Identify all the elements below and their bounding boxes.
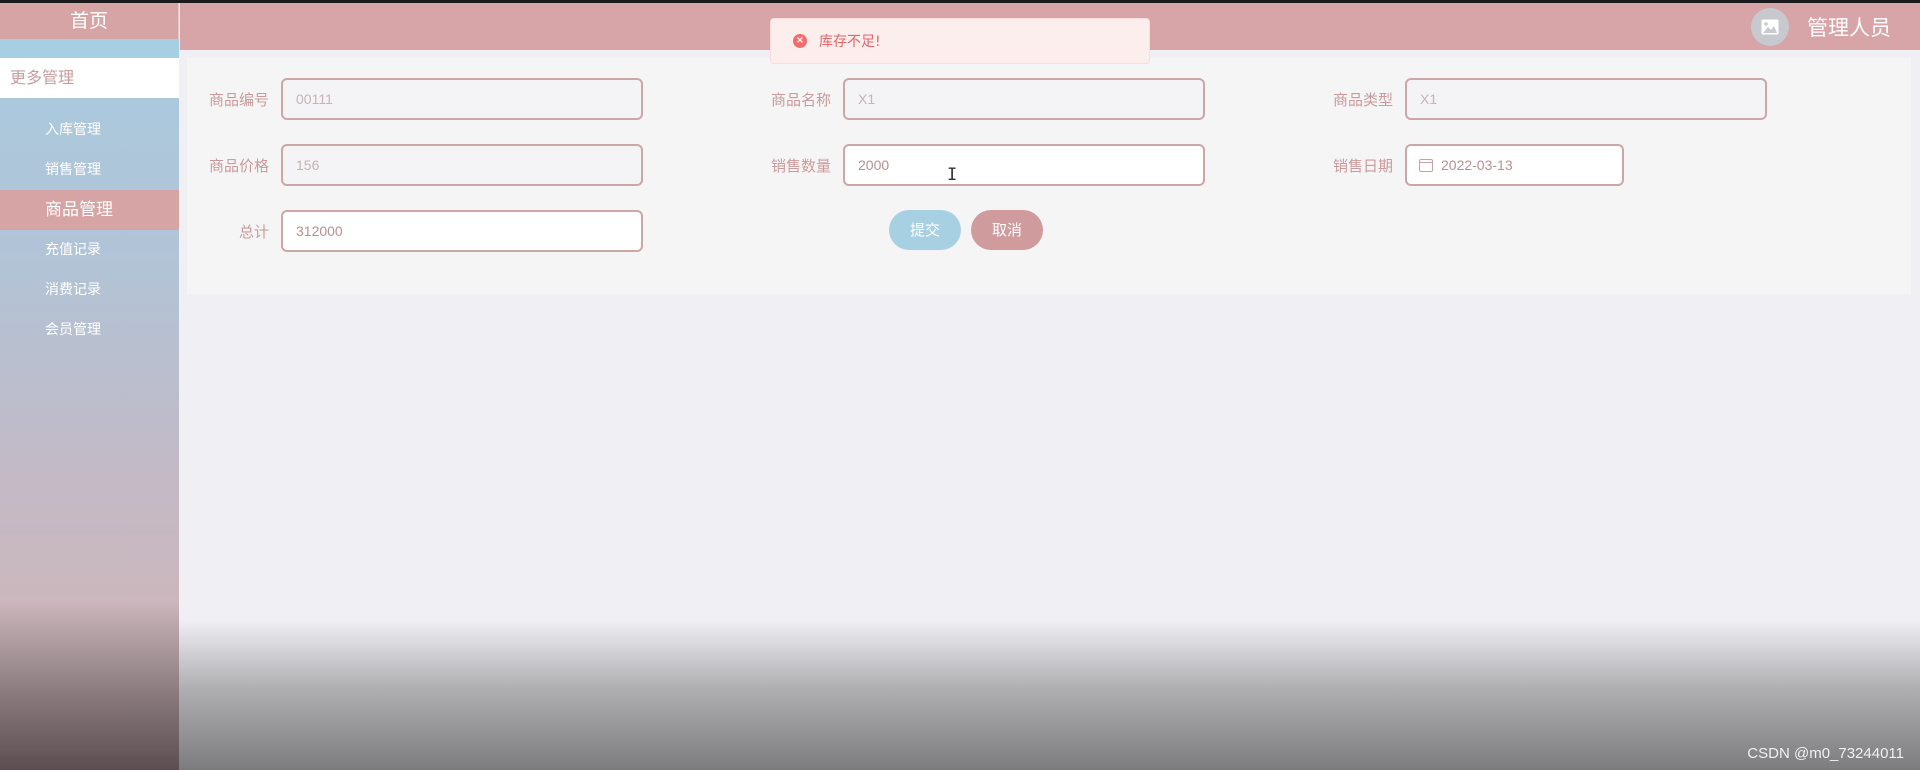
toast-message: 库存不足! <box>819 34 881 50</box>
calendar-icon <box>1419 158 1433 172</box>
field-product-type: 商品类型 X1 <box>1311 78 1767 120</box>
field-sales-date: 销售日期 2022-03-13 <box>1311 144 1624 186</box>
field-product-code: 商品编号 00111 <box>187 78 643 120</box>
avatar[interactable] <box>1751 8 1789 46</box>
user-name: 管理人员 <box>1807 16 1891 40</box>
user-menu[interactable]: 管理人员 <box>1751 8 1891 46</box>
total-label: 总计 <box>238 222 269 241</box>
product-name-label: 商品名称 <box>770 90 831 109</box>
product-price-input[interactable]: 156 <box>281 144 643 186</box>
sidebar-item-products[interactable]: 商品管理 <box>0 190 179 230</box>
submit-button[interactable]: 提交 <box>889 210 961 250</box>
total-input[interactable]: 312000 <box>281 210 643 252</box>
field-sales-quantity: 销售数量 2000 <box>749 144 1205 186</box>
bottom-overlay <box>179 620 1920 770</box>
sidebar-more-management[interactable]: 更多管理 <box>0 58 179 98</box>
image-icon <box>1761 19 1779 35</box>
error-toast: × 库存不足! <box>770 18 1150 64</box>
sidebar-item-sales[interactable]: 销售管理 <box>0 150 179 190</box>
sidebar-spacer <box>0 39 179 58</box>
error-icon: × <box>793 34 807 48</box>
product-code-input[interactable]: 00111 <box>281 78 643 120</box>
sidebar-item-inbound[interactable]: 入库管理 <box>0 110 179 150</box>
product-price-label: 商品价格 <box>208 156 269 175</box>
product-code-label: 商品编号 <box>208 90 269 109</box>
field-product-name: 商品名称 X1 <box>749 78 1205 120</box>
sidebar-item-recharge[interactable]: 充值记录 <box>0 230 179 270</box>
sidebar: 首页 更多管理 入库管理 销售管理 商品管理 充值记录 消费记录 会员管理 <box>0 3 179 770</box>
text-cursor-icon: I <box>947 165 958 185</box>
sidebar-item-members[interactable]: 会员管理 <box>0 310 179 350</box>
field-total: 总计 312000 <box>187 210 643 252</box>
field-product-price: 商品价格 156 <box>187 144 643 186</box>
product-form: 商品编号 00111 商品名称 X1 商品类型 X1 商品价格 156 销售数量… <box>187 58 1911 294</box>
sales-quantity-label: 销售数量 <box>770 156 831 175</box>
cancel-button[interactable]: 取消 <box>971 210 1043 250</box>
product-type-label: 商品类型 <box>1332 90 1393 109</box>
product-name-input[interactable]: X1 <box>843 78 1205 120</box>
sidebar-menu: 入库管理 销售管理 商品管理 充值记录 消费记录 会员管理 <box>0 110 179 350</box>
sales-date-label: 销售日期 <box>1332 156 1393 175</box>
sales-date-value: 2022-03-13 <box>1441 157 1513 173</box>
sales-quantity-input[interactable]: 2000 <box>843 144 1205 186</box>
sidebar-item-consumption[interactable]: 消费记录 <box>0 270 179 310</box>
sidebar-home[interactable]: 首页 <box>0 3 179 39</box>
product-type-input[interactable]: X1 <box>1405 78 1767 120</box>
watermark: CSDN @m0_73244011 <box>1747 745 1904 762</box>
sales-date-picker[interactable]: 2022-03-13 <box>1405 144 1624 186</box>
